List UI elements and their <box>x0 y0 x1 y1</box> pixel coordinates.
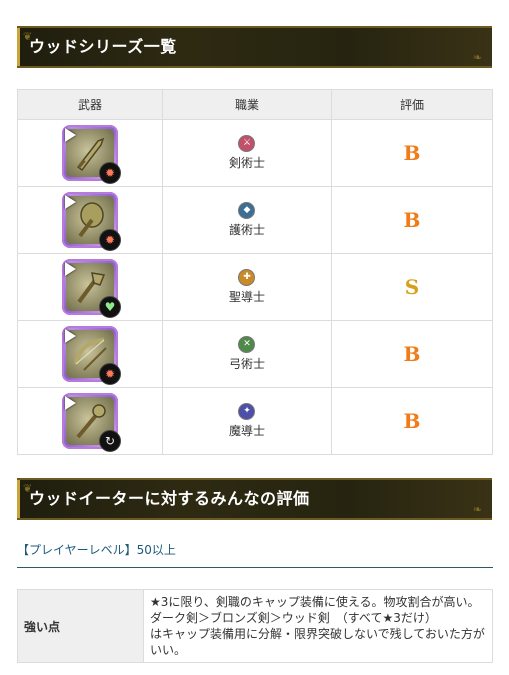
table-row: ✹ ⚔ 剣術士 B <box>17 119 493 187</box>
sword-icon: ⚔ <box>238 135 256 152</box>
wood-staff-icon[interactable]: ♥ <box>62 259 121 318</box>
job-cell: ✕ 弓術士 <box>162 320 332 388</box>
swirl-icon: ↻ <box>99 430 121 452</box>
play-icon <box>65 128 76 142</box>
table-row: ♥ ✚ 聖導士 S <box>17 253 493 321</box>
review-line: ダーク剣＞ブロンズ剣＞ウッド剣 （すべて★3だけ） <box>150 611 437 625</box>
rating-grade: S <box>404 275 420 299</box>
rating-grade: B <box>403 342 421 366</box>
job-cell: ◆ 護術士 <box>162 186 332 254</box>
leaf-ornament-icon: ❧ <box>472 503 482 516</box>
review-label: 強い点 <box>17 589 144 663</box>
heart-icon: ♥ <box>99 296 121 318</box>
job-name: 剣術士 <box>228 156 265 170</box>
header-rating: 評価 <box>331 89 493 120</box>
table-row: ✹ ✕ 弓術士 B <box>17 320 493 388</box>
magic-icon: ✦ <box>238 403 256 420</box>
job-name: 魔導士 <box>228 424 265 438</box>
wood-shield-icon[interactable]: ✹ <box>62 192 121 251</box>
review-table: 強い点 ★3に限り、剣職のキャップ装備に使える。物攻割合が高い。 ダーク剣＞ブロ… <box>17 589 493 663</box>
play-icon <box>65 262 76 276</box>
weapon-table: 武器 職業 評価 ✹ ⚔ 剣術士 B ✹ ◆ 護術士 B ♥ ✚ 聖導士 S ✹… <box>17 89 493 455</box>
shield-icon: ◆ <box>238 202 256 219</box>
job-cell: ✦ 魔導士 <box>162 387 332 455</box>
section-title: ウッドイーターに対するみんなの評価 <box>29 489 310 508</box>
table-header-row: 武器 職業 評価 <box>17 89 493 120</box>
rating-grade: B <box>403 141 421 165</box>
header-weapon: 武器 <box>17 89 163 120</box>
review-line: はキャップ装備用に分解・限界突破しないで残しておいた方が <box>150 627 485 641</box>
job-cell: ⚔ 剣術士 <box>162 119 332 187</box>
weapon-cell: ✹ <box>17 320 163 388</box>
section-header-reviews: ❦ ❧ ウッドイーターに対するみんなの評価 <box>17 478 492 520</box>
rating-cell: B <box>331 186 493 254</box>
header-job: 職業 <box>162 89 332 120</box>
play-icon <box>65 329 76 343</box>
weapon-cell: ✹ <box>17 186 163 254</box>
section-title: ウッドシリーズ一覧 <box>29 37 177 56</box>
divider <box>17 567 493 568</box>
fire-icon: ✹ <box>99 363 121 385</box>
weapon-cell: ✹ <box>17 119 163 187</box>
table-row: 強い点 ★3に限り、剣職のキャップ装備に使える。物攻割合が高い。 ダーク剣＞ブロ… <box>17 589 493 663</box>
job-name: 弓術士 <box>228 357 265 371</box>
weapon-cell: ♥ <box>17 253 163 321</box>
wood-sword-icon[interactable]: ✹ <box>62 125 121 184</box>
fire-icon: ✹ <box>99 162 121 184</box>
section-header-series-list: ❦ ❧ ウッドシリーズ一覧 <box>17 26 492 68</box>
rating-cell: B <box>331 119 493 187</box>
job-name: 護術士 <box>228 223 265 237</box>
play-icon <box>65 396 76 410</box>
job-name: 聖導士 <box>228 290 265 304</box>
table-row: ✹ ◆ 護術士 B <box>17 186 493 254</box>
wood-bow-icon[interactable]: ✹ <box>62 326 121 385</box>
review-line: ★3に限り、剣職のキャップ装備に使える。物攻割合が高い。 <box>150 595 480 609</box>
rating-cell: S <box>331 253 493 321</box>
rating-grade: B <box>403 208 421 232</box>
review-line: いい。 <box>150 643 187 657</box>
wood-wand-icon[interactable]: ↻ <box>62 393 121 452</box>
rating-cell: B <box>331 320 493 388</box>
review-text: ★3に限り、剣職のキャップ装備に使える。物攻割合が高い。 ダーク剣＞ブロンズ剣＞… <box>143 589 493 663</box>
rating-cell: B <box>331 387 493 455</box>
bow-icon: ✕ <box>238 336 256 353</box>
table-row: ↻ ✦ 魔導士 B <box>17 387 493 455</box>
holy-icon: ✚ <box>238 269 256 286</box>
job-cell: ✚ 聖導士 <box>162 253 332 321</box>
rating-grade: B <box>403 409 421 433</box>
leaf-ornament-icon: ❧ <box>472 51 482 64</box>
play-icon <box>65 195 76 209</box>
player-level-label: 【プレイヤーレベル】50以上 <box>17 543 176 557</box>
fire-icon: ✹ <box>99 229 121 251</box>
weapon-cell: ↻ <box>17 387 163 455</box>
